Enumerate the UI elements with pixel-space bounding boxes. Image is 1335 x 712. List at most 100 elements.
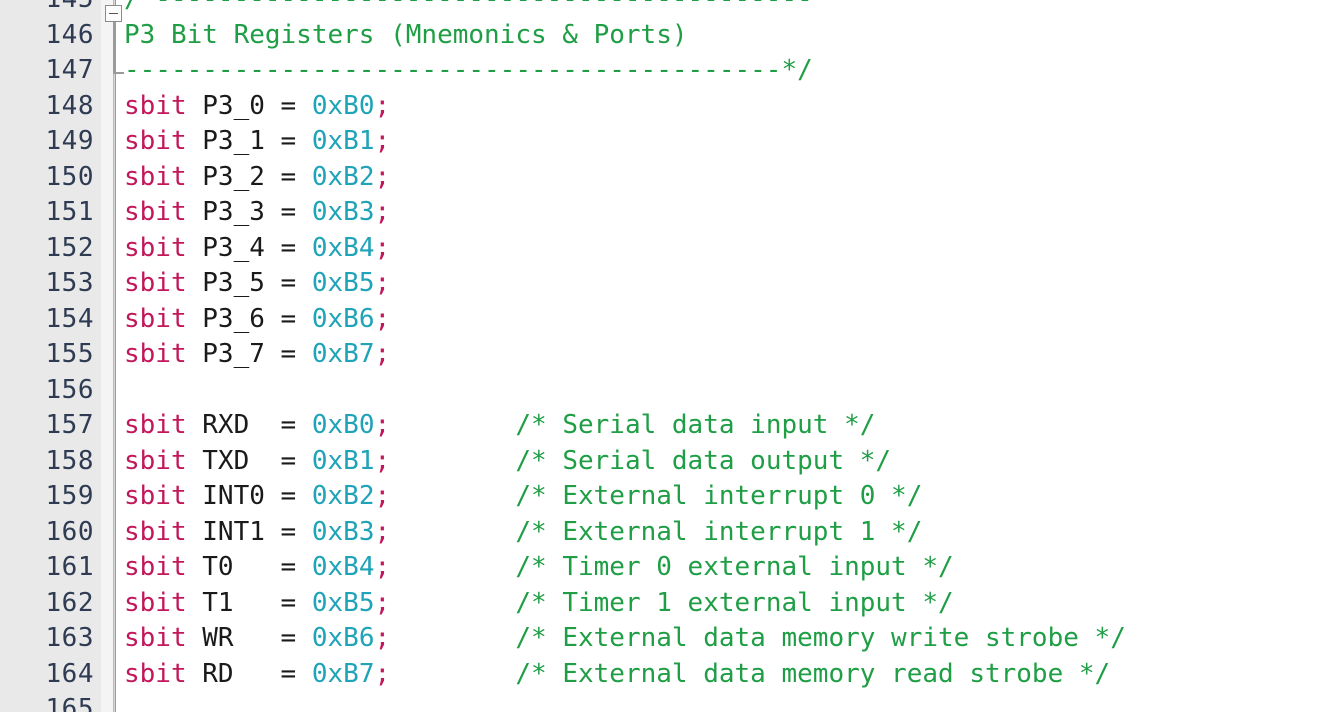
code-line-text[interactable]: sbit RD = 0xB7; /* External data memory … — [124, 657, 1110, 693]
token-id: P3_1 — [186, 126, 281, 156]
token-op: = — [280, 552, 312, 582]
token-comment: /* External data memory read strobe */ — [515, 658, 1111, 689]
code-line-text[interactable]: sbit P3_0 = 0xB0; — [124, 89, 390, 125]
code-line[interactable]: 148 sbit P3_0 = 0xB0; — [0, 89, 1335, 125]
token-op: = — [280, 232, 312, 263]
line-number: 159 — [45, 481, 94, 511]
collapse-block-toggle-icon[interactable] — [105, 5, 122, 22]
code-line[interactable]: 156 — [0, 373, 1335, 409]
token-punc: ; — [374, 552, 391, 582]
token-op: = — [280, 445, 312, 476]
code-line[interactable]: 155 sbit P3_7 = 0xB7; — [0, 337, 1335, 373]
line-number: 146 — [45, 19, 94, 50]
fold-range-end-tick — [113, 72, 124, 74]
token-num: 0xB0 — [311, 410, 375, 440]
code-line[interactable]: 149 sbit P3_1 = 0xB1; — [0, 124, 1335, 160]
line-number: 148 — [45, 90, 94, 121]
token-punc: ; — [374, 268, 391, 298]
token-op: = — [280, 587, 312, 618]
token-op: = — [280, 623, 312, 653]
token-kw: sbit — [124, 445, 187, 476]
token-id: INT0 — [186, 481, 281, 511]
code-line[interactable]: 152 sbit P3_4 = 0xB4; — [0, 231, 1335, 267]
token-id: P3_0 — [186, 90, 281, 121]
token-id: T0 — [186, 552, 281, 582]
token-punc: ; — [374, 90, 391, 121]
code-line[interactable]: 165 — [0, 692, 1335, 712]
code-editor[interactable]: 145 /*-----------------------------------… — [0, 0, 1335, 712]
token-op: = — [280, 90, 312, 121]
code-line-text[interactable]: P3 Bit Registers (Mnemonics & Ports) — [124, 18, 688, 54]
code-line-text[interactable]: sbit INT0 = 0xB2; /* External interrupt … — [124, 479, 922, 515]
code-line[interactable]: 158 sbit TXD = 0xB1; /* Serial data outpu… — [0, 444, 1335, 480]
code-line[interactable]: 153 sbit P3_5 = 0xB5; — [0, 266, 1335, 302]
code-line[interactable]: 160 sbit INT1 = 0xB3; /* External interru… — [0, 515, 1335, 551]
code-line-text[interactable]: sbit RXD = 0xB0; /* Serial data input */ — [124, 408, 875, 444]
code-line[interactable]: 161 sbit T0 = 0xB4; /* Timer 0 external i… — [0, 550, 1335, 586]
code-line[interactable]: 145 /*-----------------------------------… — [0, 0, 1335, 18]
token-kw: sbit — [124, 90, 187, 121]
code-line-text[interactable]: sbit WR = 0xB6; /* External data memory … — [124, 621, 1126, 657]
token-comment: /* Serial data input */ — [515, 410, 876, 440]
code-line[interactable]: 146 P3 Bit Registers (Mnemonics & Ports) — [0, 18, 1335, 54]
code-line-text[interactable]: ----------------------------------------… — [124, 53, 813, 89]
code-line-text[interactable]: /*--------------------------------------… — [124, 0, 813, 18]
code-line-text[interactable]: sbit INT1 = 0xB3; /* External interrupt … — [124, 515, 922, 551]
line-number: 155 — [45, 339, 94, 369]
line-number: 163 — [45, 623, 94, 653]
code-line-text[interactable]: sbit P3_1 = 0xB1; — [124, 124, 390, 160]
line-number: 150 — [45, 161, 94, 192]
line-number: 165 — [45, 694, 94, 712]
code-line[interactable]: 147 -------------------------------------… — [0, 53, 1335, 89]
code-line-text[interactable]: sbit P3_7 = 0xB7; — [124, 337, 390, 373]
token-kw: sbit — [124, 339, 187, 369]
token-op: = — [280, 197, 312, 227]
token-num: 0xB4 — [311, 232, 375, 263]
token-punc: ; — [374, 126, 391, 156]
token-num: 0xB2 — [311, 161, 375, 192]
line-number: 151 — [45, 197, 94, 227]
code-line[interactable]: 164 sbit RD = 0xB7; /* External data memo… — [0, 657, 1335, 693]
token-punc: ; — [374, 445, 391, 476]
token-kw: sbit — [124, 268, 187, 298]
code-line-text[interactable]: sbit P3_2 = 0xB2; — [124, 160, 390, 196]
code-line-text[interactable]: sbit P3_5 = 0xB5; — [124, 266, 390, 302]
line-number: 154 — [45, 303, 94, 334]
code-line-text[interactable]: sbit P3_6 = 0xB6; — [124, 302, 390, 338]
code-line-text[interactable]: sbit P3_4 = 0xB4; — [124, 231, 390, 267]
code-line-text[interactable]: sbit TXD = 0xB1; /* Serial data output *… — [124, 444, 891, 480]
code-line[interactable]: 163 sbit WR = 0xB6; /* External data memo… — [0, 621, 1335, 657]
token-op: = — [280, 481, 312, 511]
token-op: = — [280, 410, 312, 440]
token-punc: ; — [374, 232, 391, 263]
token-comment: /*--------------------------------------… — [124, 0, 813, 14]
token-punc: ; — [374, 161, 391, 192]
code-line[interactable]: 162 sbit T1 = 0xB5; /* Timer 1 external i… — [0, 586, 1335, 622]
code-line-text[interactable]: sbit T0 = 0xB4; /* Timer 0 external inpu… — [124, 550, 954, 586]
token-kw: sbit — [124, 587, 187, 618]
token-id: P3_3 — [186, 197, 281, 227]
code-line[interactable]: 154 sbit P3_6 = 0xB6; — [0, 302, 1335, 338]
line-number: 162 — [45, 587, 94, 618]
code-line[interactable]: 150 sbit P3_2 = 0xB2; — [0, 160, 1335, 196]
code-line-text[interactable]: sbit T1 = 0xB5; /* Timer 1 external inpu… — [124, 586, 954, 622]
token-id: P3_2 — [186, 161, 281, 192]
token-op: = — [280, 339, 312, 369]
token-op: = — [280, 268, 312, 298]
code-line[interactable]: 157 sbit RXD = 0xB0; /* Serial data input… — [0, 408, 1335, 444]
code-line[interactable]: 151 sbit P3_3 = 0xB3; — [0, 195, 1335, 231]
token-kw: sbit — [124, 658, 187, 689]
code-line[interactable]: 159 sbit INT0 = 0xB2; /* External interru… — [0, 479, 1335, 515]
code-line-text[interactable]: sbit P3_3 = 0xB3; — [124, 195, 390, 231]
token-punc: ; — [374, 658, 391, 689]
token-id: WR — [186, 623, 281, 653]
token-comment: /* External interrupt 0 */ — [515, 481, 923, 511]
token-punc: ; — [374, 339, 391, 369]
token-op: = — [280, 161, 312, 192]
token-kw: sbit — [124, 623, 187, 653]
